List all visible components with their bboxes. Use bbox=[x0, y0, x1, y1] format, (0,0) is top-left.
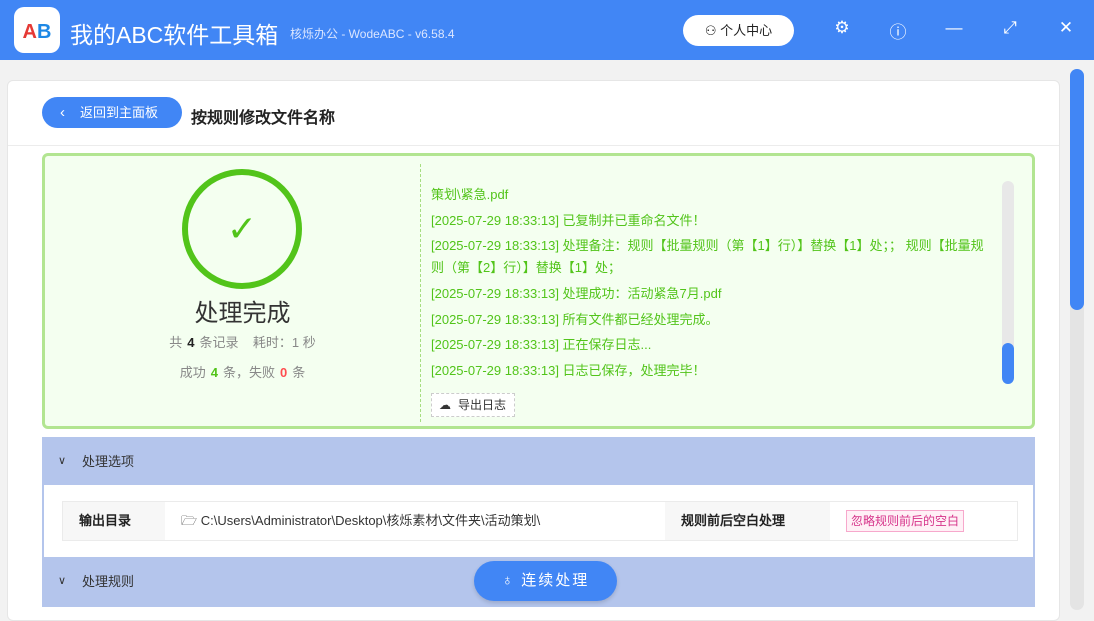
page-scrollbar[interactable] bbox=[1070, 69, 1084, 610]
log-line: [2025-07-29 18:33:13] 已复制并已重命名文件！ bbox=[431, 212, 706, 228]
chevron-down-icon: ∨ bbox=[58, 455, 67, 467]
log-line: [2025-07-29 18:33:13] 所有文件都已经处理完成。 bbox=[431, 311, 719, 327]
log-line: [2025-07-29 18:33:13] 处理成功：活动紧急7月.pdf bbox=[431, 286, 722, 301]
output-dir-path: C:\Users\Administrator\Desktop\核烁素材\文件夹\… bbox=[200, 513, 541, 528]
section-title: 处理规则 bbox=[82, 574, 135, 589]
log-scrollbar[interactable] bbox=[1002, 181, 1014, 384]
cloud-upload-icon: ☁ bbox=[439, 398, 451, 412]
trim-tag: 忽略规则前后的空白 bbox=[846, 510, 965, 532]
divider bbox=[8, 145, 1059, 146]
back-button[interactable]: ‹ 返回到主面板 bbox=[42, 97, 182, 128]
status-title: 处理完成 bbox=[194, 300, 291, 327]
app-title: 我的ABC软件工具箱 bbox=[70, 22, 279, 48]
maximize-icon[interactable]: ⤢ bbox=[998, 18, 1022, 38]
user-icon: ⚇ bbox=[704, 23, 721, 38]
page-title: 按规则修改文件名称 bbox=[191, 110, 336, 127]
trim-label: 规则前后空白处理 bbox=[665, 502, 830, 540]
success-stats: 成功 4 条，失败 0 条 bbox=[179, 365, 306, 380]
section-options-header[interactable]: ∨ 处理选项 bbox=[42, 437, 1035, 486]
log-line: [2025-07-29 18:33:13] 处理备注：规则【批量规则（第【1】行… bbox=[431, 238, 984, 275]
continue-label: 连续处理 bbox=[521, 572, 590, 589]
scrollbar-thumb[interactable] bbox=[1002, 343, 1014, 384]
app-subtitle: 核烁办公 - WodeABC - v6.58.4 bbox=[290, 27, 455, 41]
export-log-button[interactable]: ☁ 导出日志 bbox=[431, 393, 515, 417]
output-dir-label: 输出目录 bbox=[63, 502, 165, 540]
check-icon: ✓ bbox=[182, 169, 302, 289]
continue-button[interactable]: ♁ 连续处理 bbox=[474, 561, 617, 601]
chevron-left-icon: ‹ bbox=[60, 104, 65, 121]
trim-value: 忽略规则前后的空白 bbox=[830, 502, 1017, 540]
log-line: [2025-07-29 18:33:13] 日志已保存，处理完毕！ bbox=[431, 362, 706, 378]
back-label: 返回到主面板 bbox=[80, 105, 159, 120]
app-logo: AB bbox=[14, 7, 60, 53]
log-line: [2025-07-29 18:33:13] 正在保存日志... bbox=[431, 337, 652, 352]
gear-icon[interactable]: ⚙ bbox=[830, 18, 854, 38]
output-dir-value[interactable]: 🗁 C:\Users\Administrator\Desktop\核烁素材\文件… bbox=[165, 502, 665, 540]
folder-icon: 🗁 bbox=[181, 513, 201, 528]
user-center-button[interactable]: ⚇ 个人中心 bbox=[683, 15, 794, 46]
result-panel: ✓ 处理完成 共 4 条记录 耗时：1 秒 成功 4 条，失败 0 条 策划\紧急.pdf … bbox=[42, 153, 1035, 429]
close-icon[interactable]: ✕ bbox=[1054, 18, 1078, 38]
rocket-icon: ♁ bbox=[501, 572, 522, 589]
title-bar: AB 我的ABC软件工具箱 核烁办公 - WodeABC - v6.58.4 ⚇… bbox=[0, 0, 1094, 60]
log-line: 策划\紧急.pdf bbox=[431, 187, 509, 202]
options-table: 输出目录 🗁 C:\Users\Administrator\Desktop\核烁… bbox=[62, 501, 1018, 541]
chevron-down-icon: ∨ bbox=[58, 575, 67, 587]
user-center-label: 个人中心 bbox=[720, 23, 773, 38]
divider bbox=[420, 164, 421, 422]
minimize-icon[interactable]: — bbox=[942, 18, 966, 38]
help-icon[interactable]: ⓘ bbox=[886, 18, 910, 43]
scrollbar-thumb[interactable] bbox=[1070, 69, 1084, 310]
options-body: 输出目录 🗁 C:\Users\Administrator\Desktop\核烁… bbox=[42, 485, 1035, 557]
log-list: 策划\紧急.pdf [2025-07-29 18:33:13] 已复制并已重命名… bbox=[431, 182, 996, 383]
section-title: 处理选项 bbox=[82, 454, 135, 469]
export-label: 导出日志 bbox=[458, 398, 507, 412]
total-stats: 共 4 条记录 耗时：1 秒 bbox=[169, 335, 316, 350]
